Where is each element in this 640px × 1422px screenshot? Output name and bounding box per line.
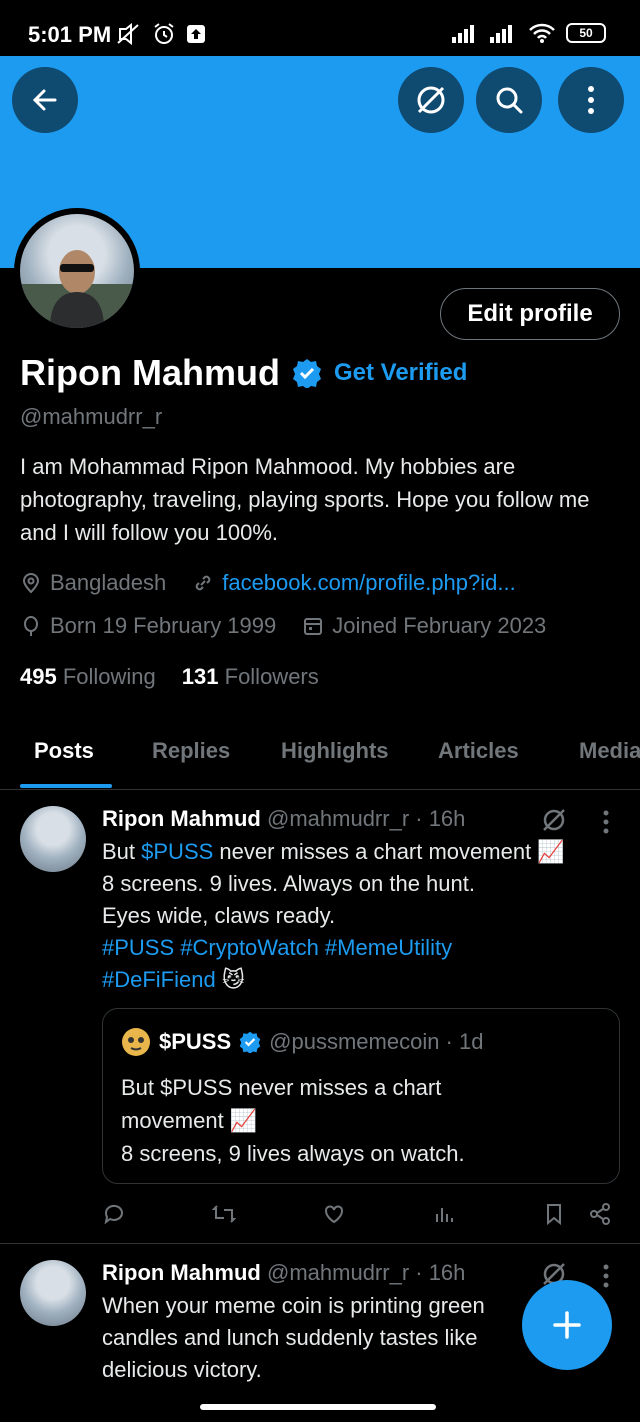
hashtag-link[interactable]: #DeFiFiend — [102, 967, 216, 992]
verified-badge-icon — [239, 1031, 261, 1053]
profile-handle: @mahmudrr_r — [20, 404, 163, 429]
profile-bio: I am Mohammad Ripon Mahmood. My hobbies … — [20, 454, 590, 545]
quoted-post[interactable]: $PUSS @pussmemecoin · 1d But $PUSS never… — [102, 1008, 620, 1184]
upload-icon — [187, 25, 205, 43]
back-button[interactable] — [12, 67, 78, 133]
arrow-left-icon — [32, 89, 57, 111]
status-time: 5:01 PM — [28, 22, 112, 47]
grok-icon — [417, 86, 445, 114]
verified-badge-icon — [292, 359, 321, 388]
share-icon[interactable] — [588, 1202, 612, 1226]
link-icon — [195, 575, 211, 591]
location-icon — [22, 573, 40, 594]
birthday-icon — [24, 616, 38, 636]
profile-joined: Joined February 2023 — [332, 613, 547, 638]
quote-meta: @pussmemecoin · 1d — [269, 1029, 484, 1054]
emoji: 😼 — [215, 967, 245, 992]
mute-vibrate-icon — [117, 23, 139, 45]
post-text: never misses a chart movement 📈 — [213, 839, 565, 864]
followers-count: 131 — [181, 664, 219, 689]
compose-post-button[interactable] — [522, 1280, 612, 1370]
tab-posts[interactable]: Posts — [34, 738, 94, 764]
post-author: Ripon Mahmud — [102, 806, 261, 831]
quote-body: But $PUSS never misses a chart movement … — [121, 1071, 465, 1170]
active-tab-indicator — [20, 784, 112, 788]
following-count: 495 — [20, 664, 57, 689]
tab-media[interactable]: Media — [579, 738, 640, 764]
post-body: But $PUSS never misses a chart movement … — [102, 836, 622, 996]
post-text: But — [102, 839, 142, 864]
post-item[interactable]: Ripon Mahmud @mahmudrr_r · 16h But $PUSS… — [0, 790, 640, 1244]
post-line: #DeFiFiend 😼 — [102, 964, 622, 996]
status-icons-right: 50 — [452, 22, 606, 44]
calendar-icon — [304, 618, 323, 635]
vertical-ellipsis-icon — [588, 86, 594, 114]
profile-meta-row-2: Born 19 February 1999 Joined February 20… — [20, 613, 546, 639]
views-icon[interactable] — [432, 1202, 456, 1226]
quote-line: movement 📈 — [121, 1108, 258, 1133]
signal-icon — [452, 25, 474, 43]
plus-icon — [553, 1311, 581, 1339]
profile-name: Ripon Mahmud — [20, 352, 280, 393]
post-meta: @mahmudrr_r · 16h — [267, 806, 466, 831]
battery-icon: 50 — [566, 23, 606, 43]
post-line: Eyes wide, claws ready. — [102, 903, 336, 928]
like-icon[interactable] — [322, 1202, 346, 1226]
profile-tabs: Posts Replies Highlights Articles Media — [0, 728, 640, 790]
post-actions — [102, 1202, 612, 1226]
tab-replies[interactable]: Replies — [152, 738, 230, 764]
edit-profile-button[interactable]: Edit profile — [440, 288, 620, 340]
profile-location: Bangladesh — [50, 570, 167, 595]
reply-icon[interactable] — [102, 1202, 126, 1226]
post-meta: @mahmudrr_r · 16h — [267, 1260, 466, 1285]
avatar-photo — [20, 214, 134, 328]
post-avatar[interactable] — [20, 806, 86, 872]
tab-highlights[interactable]: Highlights — [281, 738, 389, 764]
bookmark-icon[interactable] — [542, 1202, 566, 1226]
profile-birthdate: Born 19 February 1999 — [50, 613, 277, 638]
person-photo-icon — [20, 250, 134, 328]
quote-line: 8 screens, 9 lives always on watch. — [121, 1141, 465, 1166]
puss-coin-avatar-icon — [122, 1028, 150, 1056]
followers-link[interactable]: 131 Followers — [182, 664, 319, 690]
followers-label: Followers — [224, 664, 319, 689]
post-header: Ripon Mahmud @mahmudrr_r · 16h — [102, 806, 465, 832]
search-button[interactable] — [476, 67, 542, 133]
post-line: 8 screens. 9 lives. Always on the hunt. — [102, 871, 475, 896]
tab-articles[interactable]: Articles — [438, 738, 519, 764]
search-icon — [496, 87, 523, 114]
post-author: Ripon Mahmud — [102, 1260, 261, 1285]
following-label: Following — [62, 664, 156, 689]
profile-avatar[interactable] — [14, 208, 140, 334]
post-more-icon[interactable] — [602, 1264, 610, 1288]
post-avatar[interactable] — [20, 1260, 86, 1326]
following-link[interactable]: 495 Following — [20, 664, 156, 690]
repost-icon[interactable] — [212, 1202, 236, 1226]
profile-link[interactable]: facebook.com/profile.php?id... — [222, 570, 516, 596]
wifi-icon — [529, 23, 555, 43]
profile-name-row: Ripon Mahmud Get Verified — [20, 352, 467, 394]
hashtags-link[interactable]: #PUSS #CryptoWatch #MemeUtility — [102, 932, 622, 964]
signal-icon-2 — [490, 25, 512, 43]
quote-author: $PUSS — [159, 1029, 232, 1054]
post-more-icon[interactable] — [602, 810, 610, 834]
grok-button[interactable] — [398, 67, 464, 133]
get-verified-link[interactable]: Get Verified — [334, 359, 467, 387]
status-bar: 5:01 PM 50 — [0, 0, 640, 56]
cashtag-link[interactable]: $PUSS — [141, 839, 213, 864]
profile-meta-row-1: Bangladesh facebook.com/profile.php?id..… — [20, 570, 516, 596]
status-icons-left — [116, 22, 206, 46]
quote-line: But $PUSS never misses a chart — [121, 1075, 442, 1100]
home-indicator[interactable] — [200, 1404, 436, 1410]
quote-header: $PUSS @pussmemecoin · 1d — [121, 1027, 483, 1057]
post-header: Ripon Mahmud @mahmudrr_r · 16h — [102, 1260, 465, 1286]
follow-counts: 495 Following 131 Followers — [20, 664, 319, 690]
grok-icon[interactable] — [540, 806, 568, 834]
post-line: But $PUSS never misses a chart movement … — [102, 836, 622, 868]
more-options-button[interactable] — [558, 67, 624, 133]
alarm-icon — [154, 23, 174, 44]
post-actions-right — [542, 1202, 612, 1226]
